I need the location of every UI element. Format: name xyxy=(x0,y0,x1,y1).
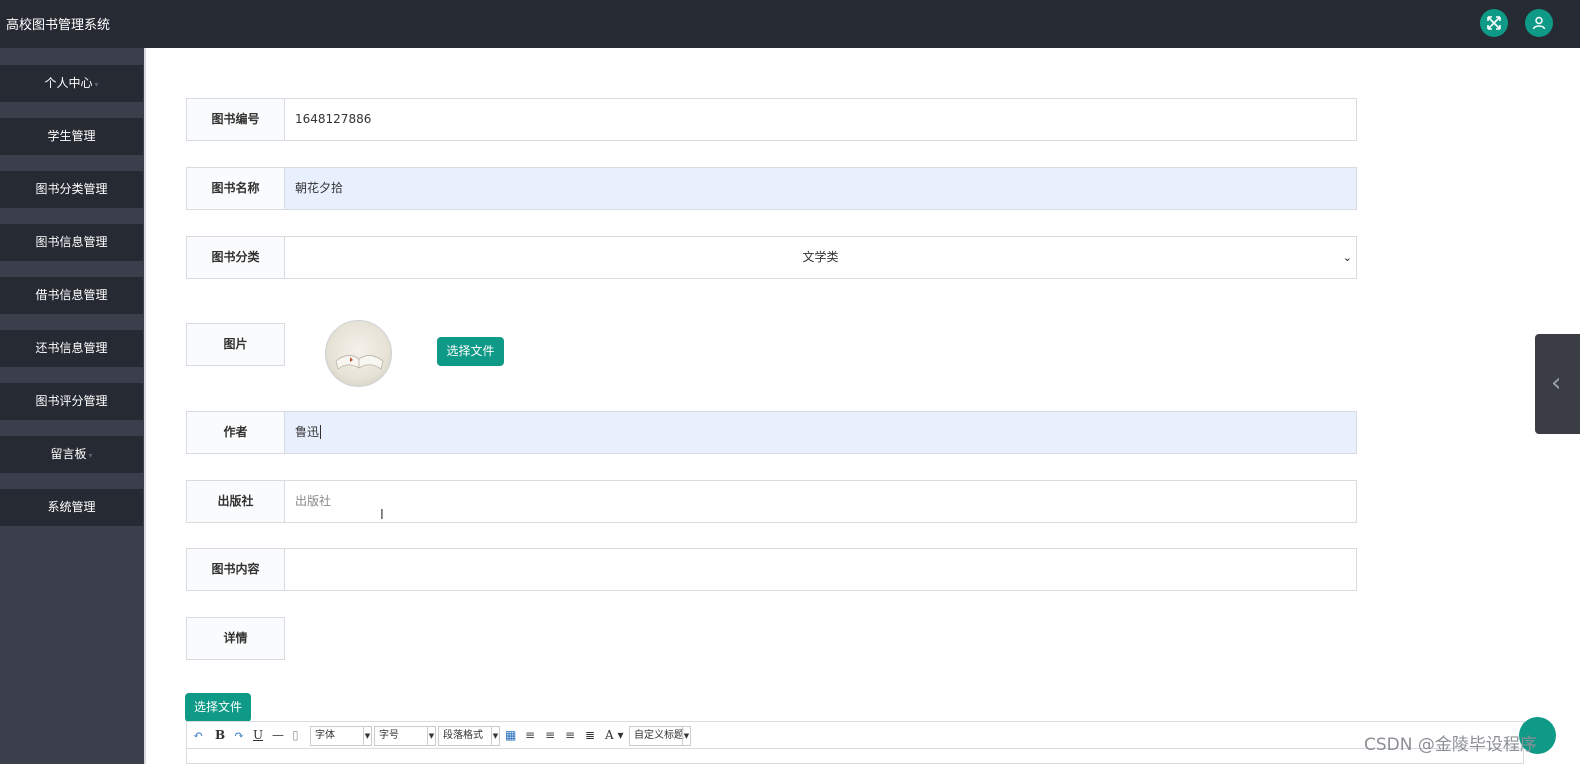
text-cursor-icon: I xyxy=(380,508,384,523)
category-selected-value: 文学类 xyxy=(802,250,839,264)
side-panel-toggle[interactable]: ‹ xyxy=(1535,334,1580,434)
detail-choose-file-button[interactable]: 选择文件 xyxy=(185,693,251,722)
watermark: CSDN @金陵毕设程序 xyxy=(1364,735,1537,755)
font-family-label: 字体 xyxy=(315,730,335,741)
image-label: 图片 xyxy=(186,323,285,366)
paragraph-format-label: 段落格式 xyxy=(443,730,483,741)
author-value: 鲁迅 xyxy=(295,425,320,439)
font-color-label: A xyxy=(605,728,614,742)
align-justify-icon[interactable]: ≣ xyxy=(585,728,595,742)
sidebar-item-students[interactable]: 学生管理 xyxy=(0,118,143,155)
category-select[interactable]: 文学类 ⌄ xyxy=(284,236,1357,279)
sidebar-item-label: 图书信息管理 xyxy=(35,235,108,249)
sidebar-item-label: 图书评分管理 xyxy=(35,394,108,408)
book-name-label: 图书名称 xyxy=(186,167,285,210)
custom-title-select[interactable]: 自定义标题 ▼ xyxy=(629,726,691,746)
sidebar-item-message-board[interactable]: 留言板 ▾ xyxy=(0,436,143,473)
text-caret xyxy=(320,425,322,439)
main-content xyxy=(144,48,1580,764)
book-no-label: 图书编号 xyxy=(186,98,285,141)
book-name-field[interactable]: 朝花夕拾 xyxy=(284,167,1357,210)
font-family-select[interactable]: 字体 ▼ xyxy=(310,726,372,746)
custom-title-label: 自定义标题 xyxy=(634,730,684,741)
bold-button[interactable]: B xyxy=(215,728,225,742)
top-bar: 高校图书管理系统 xyxy=(0,0,1580,48)
font-size-label: 字号 xyxy=(379,730,399,741)
detail-label: 详情 xyxy=(186,617,285,660)
sidebar-item-label: 还书信息管理 xyxy=(35,341,108,355)
author-field[interactable]: 鲁迅 xyxy=(284,411,1357,454)
redo-icon[interactable]: ↷ xyxy=(234,728,244,742)
align-right-icon[interactable]: ≡ xyxy=(545,728,555,742)
category-label: 图书分类 xyxy=(186,236,285,279)
sidebar-item-book-ratings[interactable]: 图书评分管理 xyxy=(0,383,143,420)
paste-icon[interactable]: ▯ xyxy=(292,728,299,742)
undo-icon[interactable]: ↶ xyxy=(193,728,203,742)
sidebar-item-label: 留言板 xyxy=(50,447,87,461)
sidebar-item-label: 图书分类管理 xyxy=(35,182,108,196)
image-choose-file-button[interactable]: 选择文件 xyxy=(437,337,504,366)
horizontal-rule-icon[interactable]: — xyxy=(272,728,284,742)
paragraph-format-select[interactable]: 段落格式 ▼ xyxy=(438,726,500,746)
sidebar-item-system[interactable]: 系统管理 xyxy=(0,489,143,526)
chevron-left-icon: ‹ xyxy=(1551,368,1562,398)
chevron-down-icon: ▼ xyxy=(363,727,371,745)
align-center-icon[interactable]: ≡ xyxy=(565,728,575,742)
author-label: 作者 xyxy=(186,411,285,454)
align-left-icon[interactable]: ≡ xyxy=(525,728,535,742)
font-color-button[interactable]: A ▾ xyxy=(605,728,624,742)
editor-body[interactable] xyxy=(186,749,1524,764)
chevron-down-icon: ▾ xyxy=(88,451,93,460)
sidebar-item-label: 个人中心 xyxy=(44,76,93,90)
sidebar-item-book-categories[interactable]: 图书分类管理 xyxy=(0,171,143,208)
font-size-select[interactable]: 字号 ▼ xyxy=(374,726,436,746)
publisher-label: 出版社 xyxy=(186,480,285,523)
underline-button[interactable]: U xyxy=(253,728,263,742)
chevron-down-icon: ▼ xyxy=(682,727,690,745)
book-cover-image xyxy=(325,320,392,387)
sidebar-item-label: 系统管理 xyxy=(47,500,96,514)
sidebar-item-personal-center[interactable]: 个人中心 ▾ xyxy=(0,65,143,102)
book-no-field[interactable]: 1648127886 xyxy=(284,98,1357,141)
sidebar-item-label: 借书信息管理 xyxy=(35,288,108,302)
chevron-down-icon: ▼ xyxy=(491,727,499,745)
sidebar-item-borrow-info[interactable]: 借书信息管理 xyxy=(0,277,143,314)
sidebar-item-label: 学生管理 xyxy=(47,129,96,143)
content-textarea[interactable] xyxy=(284,548,1357,591)
chevron-down-icon: ▼ xyxy=(427,727,435,745)
sidebar-item-book-info[interactable]: 图书信息管理 xyxy=(0,224,143,261)
chevron-down-icon: ⌄ xyxy=(1342,251,1352,264)
content-label: 图书内容 xyxy=(186,548,285,591)
sidebar-item-return-info[interactable]: 还书信息管理 xyxy=(0,330,143,367)
table-icon[interactable]: ▦ xyxy=(505,728,516,742)
editor-toolbar: ↶ B ↷ U — ▯ 字体 ▼ 字号 ▼ 段落格式 ▼ ▦ ≡ ≡ ≡ ≣ A ▾ … xyxy=(186,721,1524,749)
user-icon[interactable] xyxy=(1525,9,1553,37)
chevron-down-icon: ▾ xyxy=(94,80,99,89)
app-title: 高校图书管理系统 xyxy=(6,18,111,33)
publisher-field[interactable]: 出版社 xyxy=(284,480,1357,523)
fullscreen-icon[interactable] xyxy=(1480,9,1508,37)
